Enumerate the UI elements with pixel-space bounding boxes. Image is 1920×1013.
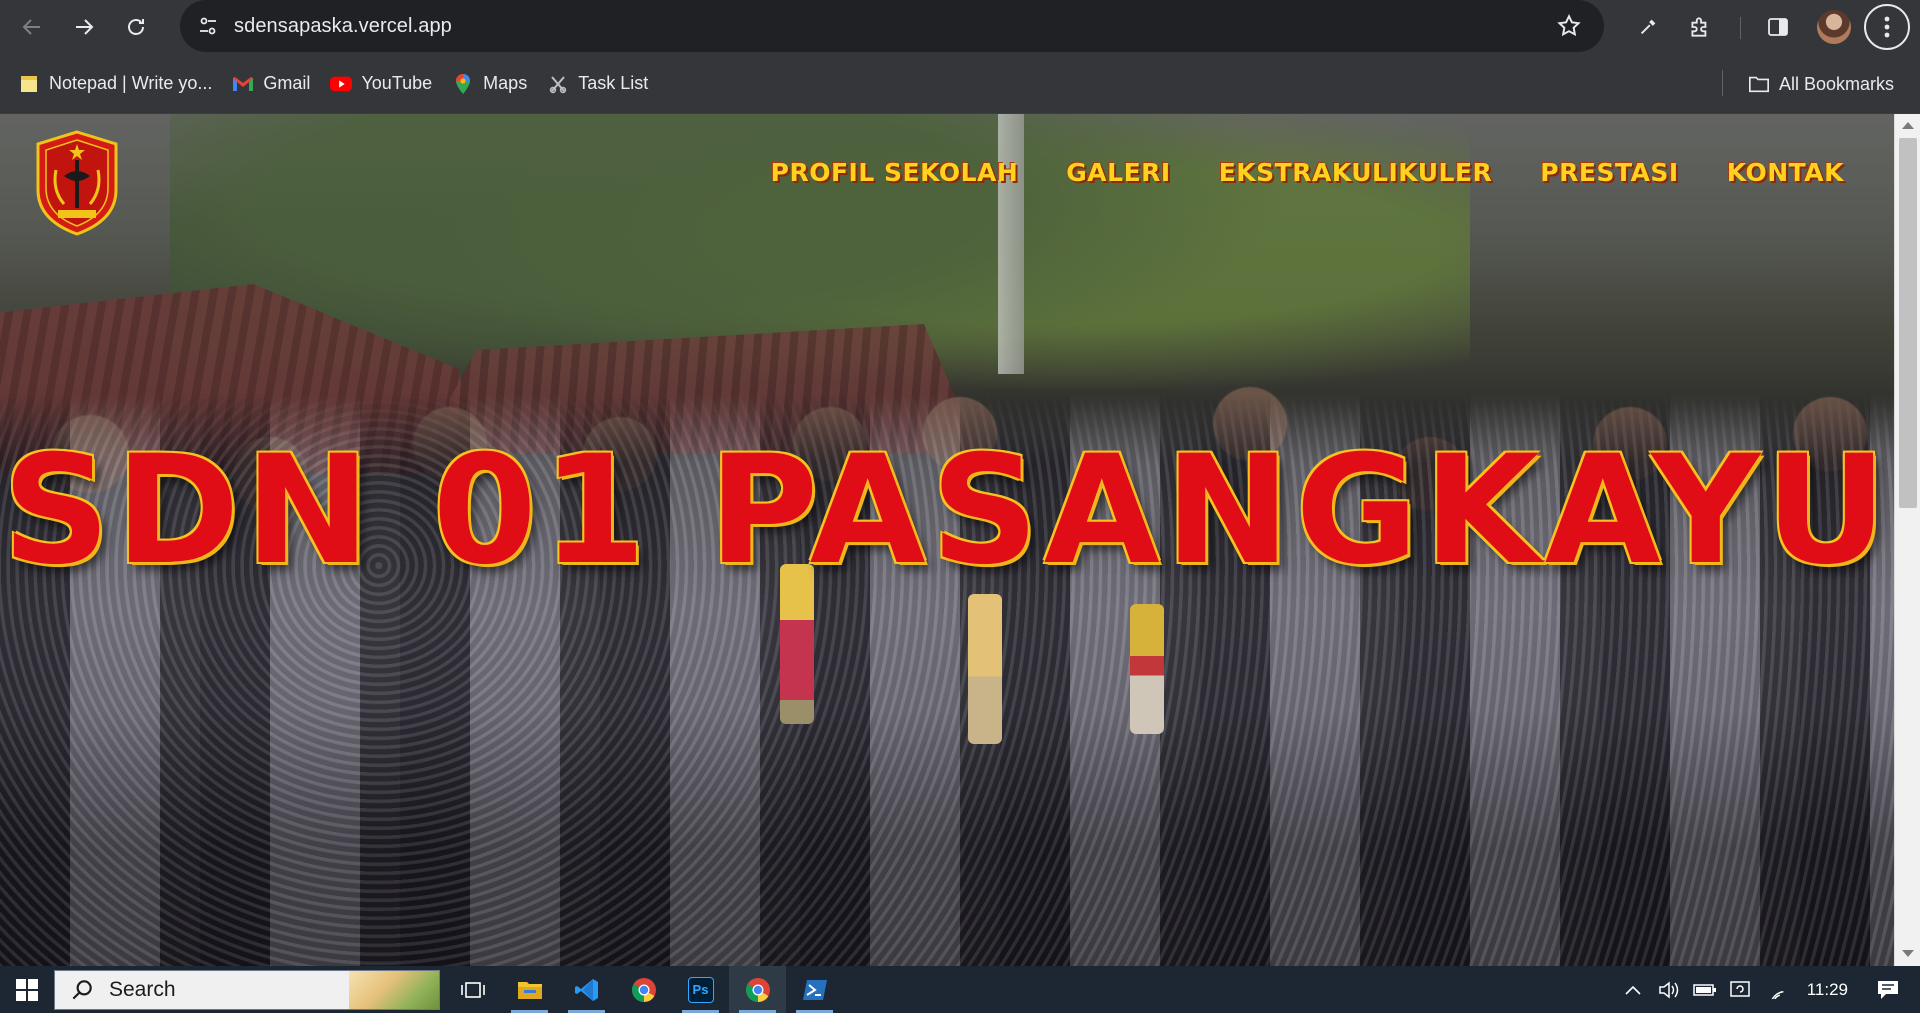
notification-icon <box>1878 980 1898 999</box>
task-view-icon <box>460 981 485 998</box>
scroll-down-arrow-icon[interactable] <box>1902 950 1914 957</box>
maps-icon <box>452 73 474 95</box>
reload-icon <box>128 19 144 35</box>
speaker-icon <box>1658 980 1678 999</box>
wifi-button[interactable] <box>1759 966 1795 1013</box>
back-button[interactable] <box>6 0 58 54</box>
bookmark-label: YouTube <box>361 73 433 93</box>
start-button[interactable] <box>0 966 54 1013</box>
trophy-image <box>968 594 1002 744</box>
show-hidden-icons-button[interactable] <box>1615 966 1651 1013</box>
all-bookmarks-button[interactable]: All Bookmarks <box>1738 64 1904 104</box>
taskbar-chrome[interactable] <box>615 966 672 1013</box>
trophy-image <box>1130 604 1164 734</box>
bookmarks-divider <box>1722 70 1723 96</box>
extensions-button[interactable] <box>1680 0 1720 54</box>
bookmark-label: Notepad | Write yo... <box>49 73 213 93</box>
url-text[interactable]: sdensapaska.vercel.app <box>234 15 452 38</box>
notepad-icon <box>18 73 40 95</box>
address-bar[interactable]: sdensapaska.vercel.app <box>180 0 1604 52</box>
clock-time[interactable]: 11:29 <box>1807 980 1848 1000</box>
windows-taskbar: Search Ps 11:29 <box>0 966 1920 1013</box>
bookmark-notepad[interactable]: Notepad | Write yo... <box>8 64 222 104</box>
bookmark-star-icon[interactable] <box>1556 13 1582 39</box>
bookmark-youtube[interactable]: YouTube <box>320 64 442 104</box>
page-viewport: PROFIL SEKOLAH GALERI EKSTRAKULIKULER PR… <box>0 114 1920 966</box>
file-explorer-icon <box>517 981 542 999</box>
sync-icon <box>1729 980 1750 997</box>
tune-icon <box>200 17 216 35</box>
youtube-icon <box>330 73 353 95</box>
taskbar-photoshop[interactable]: Ps <box>672 966 729 1013</box>
hero-section: PROFIL SEKOLAH GALERI EKSTRAKULIKULER PR… <box>0 114 1894 966</box>
chrome-icon <box>745 977 770 1002</box>
bookmark-task-list[interactable]: Task List <box>537 64 658 104</box>
browser-toolbar: sdensapaska.vercel.app <box>0 0 1920 54</box>
taskbar-search-box[interactable]: Search <box>54 969 440 1010</box>
arrow-right-icon <box>76 19 94 35</box>
eyedropper-extension-button[interactable] <box>1628 0 1668 54</box>
search-highlight-image <box>349 970 439 1009</box>
sync-status-button[interactable] <box>1723 966 1759 1013</box>
forward-button[interactable] <box>58 0 110 54</box>
profile-button[interactable] <box>1814 0 1854 54</box>
scroll-up-arrow-icon[interactable] <box>1902 122 1914 129</box>
gmail-icon <box>232 73 254 95</box>
site-nav: PROFIL SEKOLAH GALERI EKSTRAKULIKULER PR… <box>771 158 1844 187</box>
nav-kontak[interactable]: KONTAK <box>1727 158 1844 187</box>
volume-button[interactable] <box>1651 966 1687 1013</box>
nav-profil-sekolah[interactable]: PROFIL SEKOLAH <box>771 158 1019 187</box>
toolbar-divider <box>1740 17 1741 39</box>
taskbar-powershell[interactable] <box>786 966 843 1013</box>
windows-logo-icon <box>16 978 38 1001</box>
all-bookmarks-label: All Bookmarks <box>1778 73 1894 94</box>
taskbar-chrome-active[interactable] <box>729 966 786 1013</box>
menu-ring <box>1864 4 1910 50</box>
eyedropper-icon <box>1640 19 1656 35</box>
bookmark-label: Maps <box>483 73 528 93</box>
bookmark-maps[interactable]: Maps <box>442 64 537 104</box>
side-panel-icon <box>1768 18 1788 36</box>
arrow-left-icon <box>22 19 40 35</box>
task-list-icon <box>547 73 569 95</box>
hero-title: SDN 01 PASANGKAYU <box>2 424 1892 598</box>
nav-prestasi[interactable]: PRESTASI <box>1540 158 1678 187</box>
side-panel-button[interactable] <box>1758 0 1798 54</box>
chrome-icon <box>631 977 656 1002</box>
folder-icon <box>1748 73 1770 95</box>
page-scrollbar[interactable] <box>1894 114 1920 966</box>
reload-button[interactable] <box>110 0 162 54</box>
chrome-menu-button[interactable] <box>1862 0 1912 54</box>
nav-galeri[interactable]: GALERI <box>1066 158 1170 187</box>
nav-ekstrakulikuler[interactable]: EKSTRAKULIKULER <box>1219 158 1493 187</box>
system-tray: 11:29 <box>1615 966 1920 1013</box>
site-info-button[interactable] <box>182 0 234 52</box>
taskbar-file-explorer[interactable] <box>501 966 558 1013</box>
task-view-button[interactable] <box>444 966 501 1013</box>
bookmark-label: Task List <box>578 73 649 93</box>
kebab-menu-icon <box>1884 16 1890 38</box>
bookmark-label: Gmail <box>263 73 311 93</box>
scrollbar-thumb[interactable] <box>1899 138 1917 508</box>
battery-button[interactable] <box>1687 966 1723 1013</box>
powershell-icon <box>802 979 827 1000</box>
hero-photo-flagpole <box>998 114 1024 374</box>
notifications-button[interactable] <box>1870 966 1906 1013</box>
taskbar-vscode[interactable] <box>558 966 615 1013</box>
photoshop-icon: Ps <box>687 976 714 1003</box>
chevron-up-icon <box>1625 985 1641 995</box>
search-label: Search <box>109 977 176 1001</box>
wifi-icon <box>1769 990 1784 999</box>
vscode-icon <box>574 978 598 1001</box>
photoshop-icon-label: Ps <box>692 982 709 997</box>
puzzle-icon <box>1691 17 1707 37</box>
battery-icon <box>1692 983 1716 996</box>
bookmark-gmail[interactable]: Gmail <box>222 64 320 104</box>
search-icon <box>72 979 92 999</box>
school-logo[interactable] <box>34 130 120 236</box>
avatar <box>1817 10 1851 44</box>
bookmarks-bar: Notepad | Write yo... Gmail YouTube Maps… <box>0 54 1920 114</box>
